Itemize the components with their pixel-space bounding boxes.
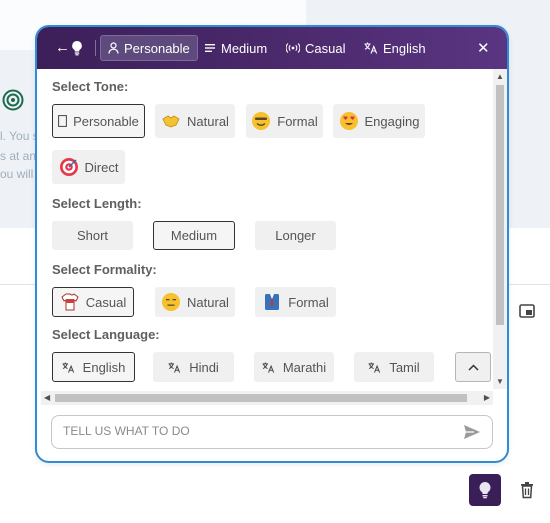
language-option-hindi[interactable]: Hindi xyxy=(153,352,234,382)
handshake-icon xyxy=(161,111,181,131)
options-panel: Select Tone: Personable Natural Formal E… xyxy=(37,69,507,389)
scroll-up-arrow-icon[interactable]: ▲ xyxy=(496,72,504,81)
suit-icon xyxy=(262,292,282,312)
translate-icon xyxy=(168,361,181,373)
horizontal-scrollbar-thumb[interactable] xyxy=(55,394,467,402)
tone-option-label: Direct xyxy=(84,159,119,175)
formality-option-label: Natural xyxy=(187,294,229,310)
formality-option-label: Casual xyxy=(85,294,127,310)
toolbar-length-button[interactable]: Medium xyxy=(205,35,267,61)
language-option-tamil[interactable]: Tamil xyxy=(354,352,434,382)
toolbar-tone-label: Personable xyxy=(124,40,190,56)
scroll-left-arrow-icon[interactable]: ◀ xyxy=(44,393,50,402)
prompt-box xyxy=(51,415,493,449)
formality-option-natural[interactable]: Natural xyxy=(155,287,235,317)
language-option-label: Hindi xyxy=(189,359,219,375)
background-text: ou will xyxy=(0,167,34,181)
lightbulb-icon xyxy=(479,481,491,499)
toolbar-formality-button[interactable]: Casual xyxy=(286,35,345,61)
tone-option-personable[interactable]: Personable xyxy=(52,104,145,138)
language-option-english[interactable]: English xyxy=(52,352,135,382)
toolbar-language-label: English xyxy=(383,40,426,56)
language-option-label: Tamil xyxy=(389,359,420,375)
translate-icon xyxy=(368,361,381,373)
tone-option-label: Formal xyxy=(277,113,318,129)
toolbar-separator xyxy=(95,40,96,56)
target-icon xyxy=(2,89,24,111)
tone-option-direct[interactable]: Direct xyxy=(52,150,125,184)
length-option-short[interactable]: Short xyxy=(52,221,133,250)
heart-eyes-icon xyxy=(339,111,359,131)
language-option-label: Marathi xyxy=(282,359,327,375)
scroll-down-arrow-icon[interactable]: ▼ xyxy=(496,377,504,386)
trash-icon[interactable] xyxy=(519,481,535,499)
toolbar-language-button[interactable]: English xyxy=(364,35,426,61)
length-option-medium[interactable]: Medium xyxy=(153,221,235,250)
back-arrow-icon[interactable]: ← xyxy=(55,39,70,56)
tone-option-label: Personable xyxy=(73,113,139,129)
writing-assistant-popup: ← Personable Medium Casual English ✕ Sel… xyxy=(35,25,509,463)
length-option-label: Medium xyxy=(170,228,218,243)
assistant-launcher-button[interactable] xyxy=(469,474,501,506)
neutral-face-icon xyxy=(161,292,181,312)
language-option-label: English xyxy=(82,359,126,375)
tone-option-formal[interactable]: Formal xyxy=(246,104,323,138)
chevron-up-icon xyxy=(467,363,479,371)
formality-option-label: Formal xyxy=(288,294,329,310)
lightbulb-icon xyxy=(72,41,82,56)
length-option-longer[interactable]: Longer xyxy=(255,221,336,250)
toolbar-length-label: Medium xyxy=(221,40,268,56)
vertical-scrollbar-thumb[interactable] xyxy=(496,85,504,325)
vertical-scrollbar[interactable]: ▲ ▼ xyxy=(493,69,507,389)
smiling-face-icon xyxy=(251,111,271,131)
close-icon[interactable]: ✕ xyxy=(477,39,490,57)
tone-option-label: Natural xyxy=(187,113,229,129)
formality-option-formal[interactable]: Formal xyxy=(255,287,336,317)
send-icon[interactable] xyxy=(463,424,481,440)
collapse-button[interactable] xyxy=(455,352,491,382)
translate-icon xyxy=(364,42,378,54)
background-text: s at an xyxy=(0,149,37,163)
prompt-input[interactable] xyxy=(63,424,443,438)
tshirt-icon xyxy=(60,292,80,312)
length-option-label: Short xyxy=(76,228,109,243)
tone-section-label: Select Tone: xyxy=(52,79,129,94)
toolbar-tone-button[interactable]: Personable xyxy=(100,35,198,61)
language-option-marathi[interactable]: Marathi xyxy=(254,352,334,382)
scroll-right-arrow-icon[interactable]: ▶ xyxy=(484,393,490,402)
formality-option-casual[interactable]: Casual xyxy=(52,287,134,317)
translate-icon xyxy=(262,361,274,373)
translate-icon xyxy=(62,361,74,373)
tone-option-engaging[interactable]: Engaging xyxy=(333,104,425,138)
length-option-label: Longer xyxy=(275,228,316,243)
tone-option-label: Engaging xyxy=(364,113,420,129)
tone-option-natural[interactable]: Natural xyxy=(155,104,235,138)
background-text: l. You s xyxy=(0,129,39,143)
person-icon xyxy=(108,42,119,54)
bullseye-icon xyxy=(59,157,79,177)
horizontal-scrollbar[interactable]: ◀ ▶ xyxy=(41,391,493,405)
lines-icon xyxy=(205,44,215,52)
toolbar-formality-label: Casual xyxy=(305,40,346,56)
blank-note-icon xyxy=(58,115,68,127)
broadcast-icon xyxy=(286,43,300,53)
length-section-label: Select Length: xyxy=(52,196,142,211)
formality-section-label: Select Formality: xyxy=(52,262,157,277)
popup-toolbar: ← Personable Medium Casual English ✕ xyxy=(37,27,507,69)
picture-in-picture-icon[interactable] xyxy=(519,304,535,318)
language-section-label: Select Language: xyxy=(52,327,160,342)
